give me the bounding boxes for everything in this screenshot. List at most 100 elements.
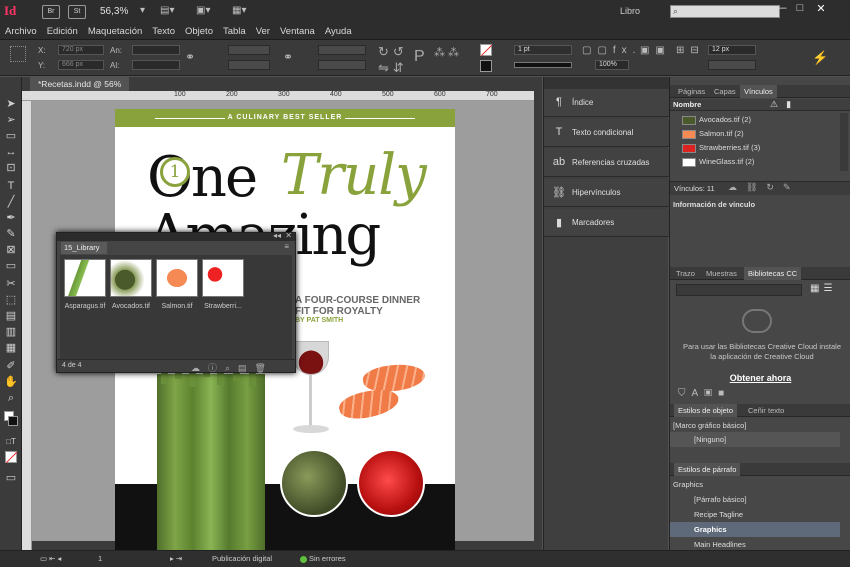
paragraph-style-item-selected[interactable]: Graphics [670,522,840,537]
profile-label[interactable]: Publicación digital [212,554,272,563]
library-thumb-asparagus[interactable] [64,259,106,297]
stroke-type-dropdown[interactable] [514,62,572,68]
tab-links[interactable]: Vínculos [740,85,777,98]
view-options-icon[interactable]: ▤▾ [160,5,174,19]
tab-layers[interactable]: Capas [710,85,740,98]
link-scale-icon[interactable]: ⚭ [283,50,293,64]
pen-tool-icon[interactable]: ✒ [4,211,18,225]
x-position-field[interactable]: 720 px [58,45,104,55]
link-info-heading[interactable]: Información de vínculo [673,200,755,209]
links-scrollbar[interactable] [840,113,848,171]
screen-mode-tool-icon[interactable]: ▭ [4,471,18,485]
menu-texto[interactable]: Texto [147,24,180,39]
pencil-tool-icon[interactable]: ✎ [4,227,18,241]
panel-menu-icon[interactable]: ≡ [284,242,289,251]
links-column-name[interactable]: Nombre [673,100,701,109]
link-item[interactable]: WineGlass.tif (2) [670,155,838,169]
tab-object-styles[interactable]: Estilos de objeto [674,404,738,417]
rectangle-frame-tool-icon[interactable]: ⊠ [4,243,18,257]
zoom-level[interactable]: 56,3% [100,6,128,17]
gradient-tool-icon[interactable]: ▤ [4,309,18,323]
preflight-status[interactable]: Sin errores [300,554,346,563]
menu-ver[interactable]: Ver [251,24,275,39]
rotate-icons[interactable]: ↻↺ [378,44,408,60]
avocados-circle-image[interactable] [280,449,348,517]
quick-apply-icon[interactable]: ⚡ [812,50,828,66]
note-tool-icon[interactable]: ▦ [4,341,18,355]
link-item[interactable]: Salmon.tif (2) [670,127,838,141]
auto-fit-field[interactable] [708,60,756,70]
content-collector-icon[interactable]: ⊡ [4,161,18,175]
paragraph-style-item[interactable]: Recipe Tagline [670,507,840,522]
page-number[interactable]: 1 [98,554,102,563]
height-field[interactable] [132,60,180,70]
library-panel[interactable]: ◂◂ ✕ 15_Library ≡ Asparagus.tif Avocados… [56,231,296,374]
byline[interactable]: BY PAT SMITH [295,317,343,324]
asparagus-image[interactable] [157,374,265,550]
shear-field[interactable] [318,60,366,70]
close-icon[interactable]: ✕ [812,2,830,16]
spacing-field[interactable]: 12 px [708,45,756,55]
object-style-item[interactable]: [Ninguno] [670,432,840,447]
horizontal-ruler[interactable]: 100 200 300 400 500 600 700 [22,91,542,101]
paragraph-style-item[interactable]: [Párrafo básico] [670,492,840,507]
strawberries-circle-image[interactable] [357,449,425,517]
hand-tool-icon[interactable]: ✋ [4,375,18,389]
dock-hyperlinks[interactable]: ⛓ Hipervínculos [544,179,669,207]
line-tool-icon[interactable]: ╱ [4,195,18,209]
links-footer-icons[interactable]: ☁⛓↻✎ [728,182,800,193]
arrange-documents-icon[interactable]: ▦▾ [232,5,246,19]
dock-index[interactable]: ¶ Índice [544,89,669,117]
selection-tool-icon[interactable]: ➤ [4,97,18,111]
menu-maquetacion[interactable]: Maquetación [83,24,147,39]
apply-none-icon[interactable] [5,451,18,464]
menu-edicion[interactable]: Edición [42,24,83,39]
gap-tool-icon[interactable]: ↔ [4,145,18,159]
type-tool-icon[interactable]: T [4,179,18,193]
reference-point-icon[interactable] [10,46,26,62]
tab-pages[interactable]: Páginas [674,85,709,98]
vertical-ruler[interactable] [22,101,32,550]
stroke-color-icon[interactable] [8,416,18,426]
library-thumb-salmon[interactable] [156,259,198,297]
menu-ayuda[interactable]: Ayuda [320,24,357,39]
tab-text-wrap[interactable]: Ceñir texto [744,404,788,417]
vertical-scrollbar[interactable] [534,91,542,550]
stroke-weight-field[interactable]: 1 pt [514,45,572,55]
direct-selection-tool-icon[interactable]: ➢ [4,113,18,127]
scale-y-field[interactable] [228,60,270,70]
library-footer-icons[interactable]: ☁ⓘ⌕▤🗑 [191,361,274,374]
bridge-button[interactable]: Br [42,5,60,19]
width-field[interactable] [132,45,180,55]
get-now-link[interactable]: Obtener ahora [670,373,850,383]
menu-archivo[interactable]: Archivo [0,24,42,39]
dock-conditional-text[interactable]: T Texto condicional [544,119,669,147]
scissors-tool-icon[interactable]: ✂ [4,277,18,291]
select-content-icon[interactable]: P [414,48,425,66]
tab-stroke[interactable]: Trazo [672,267,699,280]
links-header-icons[interactable]: ⚠▮ [770,99,799,110]
tab-cc-libraries[interactable]: Bibliotecas CC [744,267,802,280]
align-icons[interactable]: ⊞⊟ [676,45,705,56]
workspace-switcher[interactable]: Libro [620,6,640,16]
screen-mode-icon[interactable]: ▣▾ [196,5,210,19]
scale-x-field[interactable] [228,45,270,55]
fitting-icons[interactable]: ▣▣ [640,45,671,56]
formatting-container-icon[interactable]: □T [4,435,18,449]
rectangle-tool-icon[interactable]: ▭ [4,259,18,273]
link-item[interactable]: Strawberries.tif (3) [670,141,838,155]
maximize-icon[interactable]: □ [791,2,809,16]
menu-ventana[interactable]: Ventana [275,24,320,39]
view-toggle-icons[interactable]: ▦☰ [810,283,836,294]
page-nav-icons[interactable]: ▭ ⇤ ◂ [40,554,61,563]
eyedropper-tool-icon[interactable]: ✐ [4,359,18,373]
library-tab[interactable]: 15_Library [61,242,107,254]
flip-icons[interactable]: ⇋⇵ [378,60,408,76]
zoom-tool-icon[interactable]: ⌕ [4,391,18,405]
cc-footer-icons[interactable]: ⛉A▣■ [678,388,730,399]
subtitle[interactable]: A FOUR-COURSE DINNER FIT FOR ROYALTY [295,295,420,317]
page-nav-forward-icons[interactable]: ▸ ⇥ [170,554,182,563]
library-thumb-avocados[interactable] [110,259,152,297]
cc-library-dropdown[interactable] [676,284,802,296]
dock-cross-references[interactable]: ab Referencias cruzadas [544,149,669,177]
